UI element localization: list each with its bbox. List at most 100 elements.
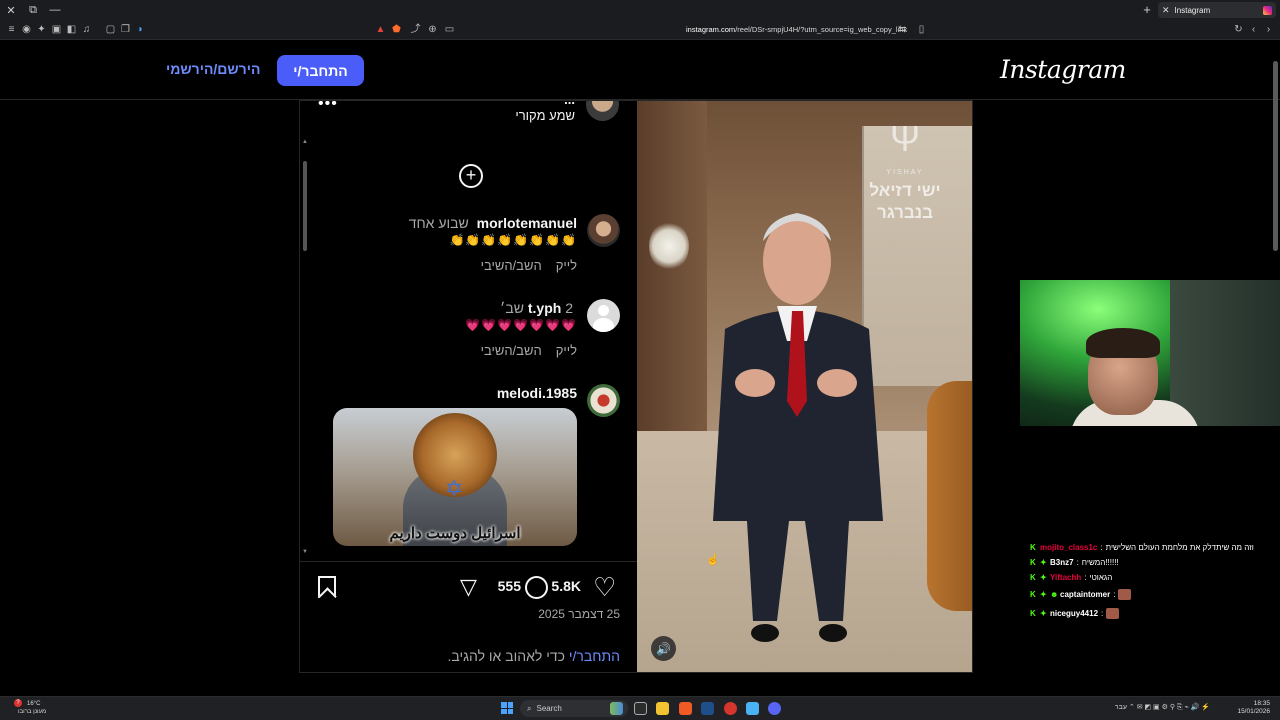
reload-icon[interactable]: ↻	[1233, 24, 1244, 35]
comments-scrollbar[interactable]: ▲ ▼	[302, 139, 308, 557]
weather-widget[interactable]: 16°C מעונן ברובו	[18, 700, 46, 716]
watermark-brand: YISHAY	[886, 169, 924, 176]
comment-count[interactable]: 555	[498, 578, 521, 594]
chat-message: וזה מה שיתדלק את מלחמת העולם השלישית	[1105, 542, 1254, 552]
close-tab-icon[interactable]: ✕	[1162, 5, 1170, 16]
comment-avatar[interactable]	[587, 214, 620, 247]
login-button[interactable]: התחבר/י	[277, 55, 364, 86]
close-window-icon[interactable]: ✕	[0, 0, 22, 20]
stream-chat: K mojito_class1c: וזה מה שיתדלק את מלחמת…	[1030, 540, 1275, 623]
forward-icon[interactable]: ›	[1263, 24, 1274, 35]
scroll-up-icon[interactable]: ▲	[302, 139, 308, 145]
webcam-overlay	[1020, 280, 1280, 426]
share-icon[interactable]: ▽	[460, 575, 477, 599]
address-bar[interactable]: instagram.com/reel/DSr-smpjU4H/?utm_sour…	[686, 25, 907, 34]
music-icon[interactable]: ♫	[81, 24, 92, 35]
login-prompt-text: כדי לאהוב או להגיב.	[447, 648, 569, 664]
scroll-down-icon[interactable]: ▼	[302, 549, 308, 555]
login-prompt-link[interactable]: התחבר/י	[569, 648, 620, 664]
comment-icon[interactable]	[525, 576, 548, 599]
author-avatar[interactable]	[586, 101, 619, 121]
system-tray[interactable]: עבר ⌃ ✉ ◩ ▣ ⚙ ⚲ ⎘ ⌁ 🔊 ⚡	[1115, 703, 1210, 712]
new-tab-icon[interactable]: +	[1140, 2, 1154, 18]
shield-icon[interactable]: ▲	[375, 24, 386, 35]
chat-line: K ✦ niceguy4412:	[1030, 604, 1275, 622]
copy-icon[interactable]: ❐	[120, 24, 131, 35]
comment-username[interactable]: melodi.1985	[497, 385, 577, 401]
post-side-panel: ... שמע מקורי ••• ▲ ▼ + morlotemanuel שב…	[300, 101, 637, 672]
like-count[interactable]: 5.8K	[551, 578, 581, 594]
load-more-comments-icon[interactable]: +	[459, 164, 483, 188]
post-date[interactable]: 25 דצמבר 2025	[538, 607, 620, 621]
post-author-row: ... שמע מקורי •••	[300, 101, 637, 131]
cast-icon[interactable]: ▭	[444, 24, 455, 35]
page-scrollbar[interactable]	[1273, 61, 1278, 251]
comment-actions: לייק השב/השיבי	[467, 258, 577, 273]
sidebar-icon[interactable]: ◧	[66, 24, 77, 35]
watermark-text-2: בנברגר	[877, 203, 933, 222]
login-prompt: התחבר/י כדי לאהוב או להגיב.	[447, 648, 620, 664]
chat-username: Yiftachh	[1050, 572, 1082, 582]
screenshot-icon[interactable]: ▢	[105, 24, 116, 35]
zoom-icon[interactable]: ⊕	[427, 24, 438, 35]
reel-video[interactable]: Ψ YISHAY ישי דזיאל בנברגר 🔊	[637, 101, 972, 672]
steam-icon[interactable]	[701, 702, 714, 715]
minimize-window-icon[interactable]: —	[44, 0, 66, 20]
original-audio-label[interactable]: שמע מקורי	[515, 108, 575, 123]
comment-image[interactable]: ✡ اسرائيل دوست داريم	[333, 408, 577, 546]
discord-icon[interactable]	[768, 702, 781, 715]
taskbar: ? 16°C מעונן ברובו ⌕ Search עבר ⌃ ✉ ◩ ▣ ⚙…	[0, 696, 1280, 720]
app-icon[interactable]	[724, 702, 737, 715]
browser-tab-instagram[interactable]: ✕ Instagram	[1158, 2, 1276, 18]
restore-window-icon[interactable]: ⧉	[22, 0, 44, 20]
sub-badge-icon: ✦	[1040, 572, 1047, 582]
back-icon[interactable]: ‹	[1248, 24, 1259, 35]
tab-title: Instagram	[1174, 5, 1211, 15]
screen: ✕ ⧉ — + ✕ Instagram ≡ ◉ ✦ ▣ ◧ ♫ ▢ ❐ ◗ ▲ …	[0, 0, 1280, 720]
mouse-cursor-icon: ☝	[706, 554, 720, 566]
comment-username[interactable]: t.yph	[528, 300, 561, 316]
clock-time: 18:35	[1253, 700, 1270, 707]
brave-browser-icon[interactable]	[679, 702, 692, 715]
more-options-icon[interactable]: •••	[318, 101, 338, 113]
instagram-logo[interactable]: Instagram	[1000, 55, 1126, 84]
comment-avatar[interactable]	[587, 299, 620, 332]
taskbar-widget-icon[interactable]	[610, 702, 623, 715]
menu-icon[interactable]: ≡	[6, 24, 17, 35]
share-page-icon[interactable]: ⤴	[410, 24, 421, 35]
comment-text: 💗💗💗💗💗💗💗	[465, 318, 577, 332]
star-of-david-icon: ✡	[445, 476, 464, 501]
translate-icon[interactable]: ⇆	[897, 24, 908, 35]
comment-like-button[interactable]: לייק	[556, 343, 577, 358]
comment-reply-button[interactable]: השב/השיבי	[481, 343, 542, 358]
windows-start-icon[interactable]	[501, 702, 513, 714]
instagram-favicon-icon	[1263, 5, 1272, 15]
volume-icon[interactable]: 🔊	[651, 636, 676, 661]
signup-link[interactable]: הירשם/הירשמי	[166, 61, 260, 77]
scroll-thumb[interactable]	[303, 161, 307, 251]
chat-username: mojito_class1c	[1040, 542, 1098, 552]
file-explorer-icon[interactable]	[656, 702, 669, 715]
app-icon-2[interactable]	[746, 702, 759, 715]
instagram-header: הירשם/הירשמי התחבר/י Instagram	[0, 41, 1280, 100]
chat-username: niceguy4412	[1050, 608, 1099, 618]
comment-like-button[interactable]: לייק	[556, 258, 577, 273]
task-view-icon[interactable]	[634, 702, 647, 715]
tabs-icon[interactable]: ▣	[51, 24, 62, 35]
clock-date: 15/01/2026	[1237, 708, 1270, 715]
taskbar-clock[interactable]: 18:35 15/01/2026	[1237, 700, 1270, 716]
comment-username[interactable]: morlotemanuel	[477, 215, 577, 231]
bookmark-page-icon[interactable]: ▯	[916, 24, 927, 35]
bookmark-icon[interactable]	[318, 576, 336, 598]
comment-avatar[interactable]	[587, 384, 620, 417]
kick-badge-icon: K	[1030, 589, 1036, 599]
comment-reply-button[interactable]: השב/השיבי	[481, 258, 542, 273]
audio-playing-icon[interactable]: ◗	[135, 24, 146, 35]
extension-icon[interactable]: ✦	[36, 24, 47, 35]
chat-emote	[1106, 607, 1120, 619]
location-icon[interactable]: ◉	[21, 24, 32, 35]
tray-language[interactable]: עבר	[1115, 704, 1127, 711]
heart-icon[interactable]: ♡	[593, 574, 616, 600]
author-name[interactable]: ...	[564, 101, 575, 107]
brave-icon[interactable]: ⬟	[391, 24, 402, 35]
